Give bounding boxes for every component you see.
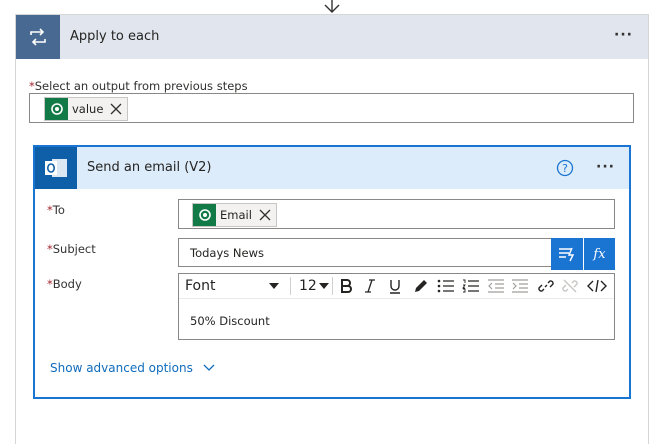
code-view-icon[interactable] (586, 277, 608, 295)
dataverse-icon (193, 204, 216, 226)
to-input[interactable]: Email (178, 199, 615, 229)
more-options-icon[interactable]: ··· (596, 159, 615, 175)
link-icon[interactable] (536, 277, 556, 295)
svg-text:?: ? (562, 162, 568, 175)
expression-button[interactable]: fx (584, 238, 615, 270)
dataverse-icon (45, 98, 68, 120)
subject-label: *Subject (47, 242, 96, 256)
dynamic-content-button[interactable] (551, 238, 583, 270)
underline-icon[interactable] (386, 277, 404, 295)
remove-token-icon[interactable] (256, 206, 274, 224)
outlook-icon (35, 147, 77, 189)
chevron-down-icon[interactable] (269, 283, 279, 289)
numbered-list-icon[interactable] (461, 277, 481, 295)
outdent-icon[interactable] (486, 277, 506, 295)
highlight-icon[interactable] (412, 277, 430, 295)
value-token-label: value (72, 102, 104, 116)
toolbar-divider (332, 277, 333, 295)
subject-input[interactable]: Todays News (178, 238, 552, 267)
to-label: *To (47, 203, 65, 217)
italic-icon[interactable] (361, 277, 379, 295)
select-output-input[interactable]: value (29, 93, 634, 123)
select-output-label: *Select an output from previous steps (29, 79, 248, 93)
email-token[interactable]: Email (192, 203, 277, 227)
toolbar-divider (290, 277, 291, 295)
dynamic-content-icon (559, 247, 575, 262)
body-content[interactable]: 50% Discount (190, 314, 270, 328)
remove-token-icon[interactable] (107, 100, 125, 118)
unlink-icon[interactable] (560, 277, 580, 295)
font-dropdown[interactable]: Font (185, 278, 215, 294)
chevron-down-icon (203, 364, 215, 371)
value-token[interactable]: value (44, 97, 129, 121)
loop-icon (16, 15, 60, 59)
body-label: *Body (47, 277, 82, 291)
bold-icon[interactable] (337, 277, 355, 295)
font-size-dropdown[interactable]: 12 (299, 278, 317, 294)
help-icon[interactable]: ? (556, 159, 574, 177)
chevron-down-icon[interactable] (319, 283, 329, 289)
show-advanced-options-link[interactable]: Show advanced options (50, 361, 215, 375)
apply-to-each-title: Apply to each (70, 29, 160, 44)
connector-arrow-icon (324, 0, 340, 13)
more-options-icon[interactable]: ··· (614, 27, 633, 43)
email-token-label: Email (220, 208, 252, 222)
send-email-title: Send an email (V2) (87, 160, 212, 175)
indent-icon[interactable] (510, 277, 530, 295)
bullet-list-icon[interactable] (436, 277, 456, 295)
